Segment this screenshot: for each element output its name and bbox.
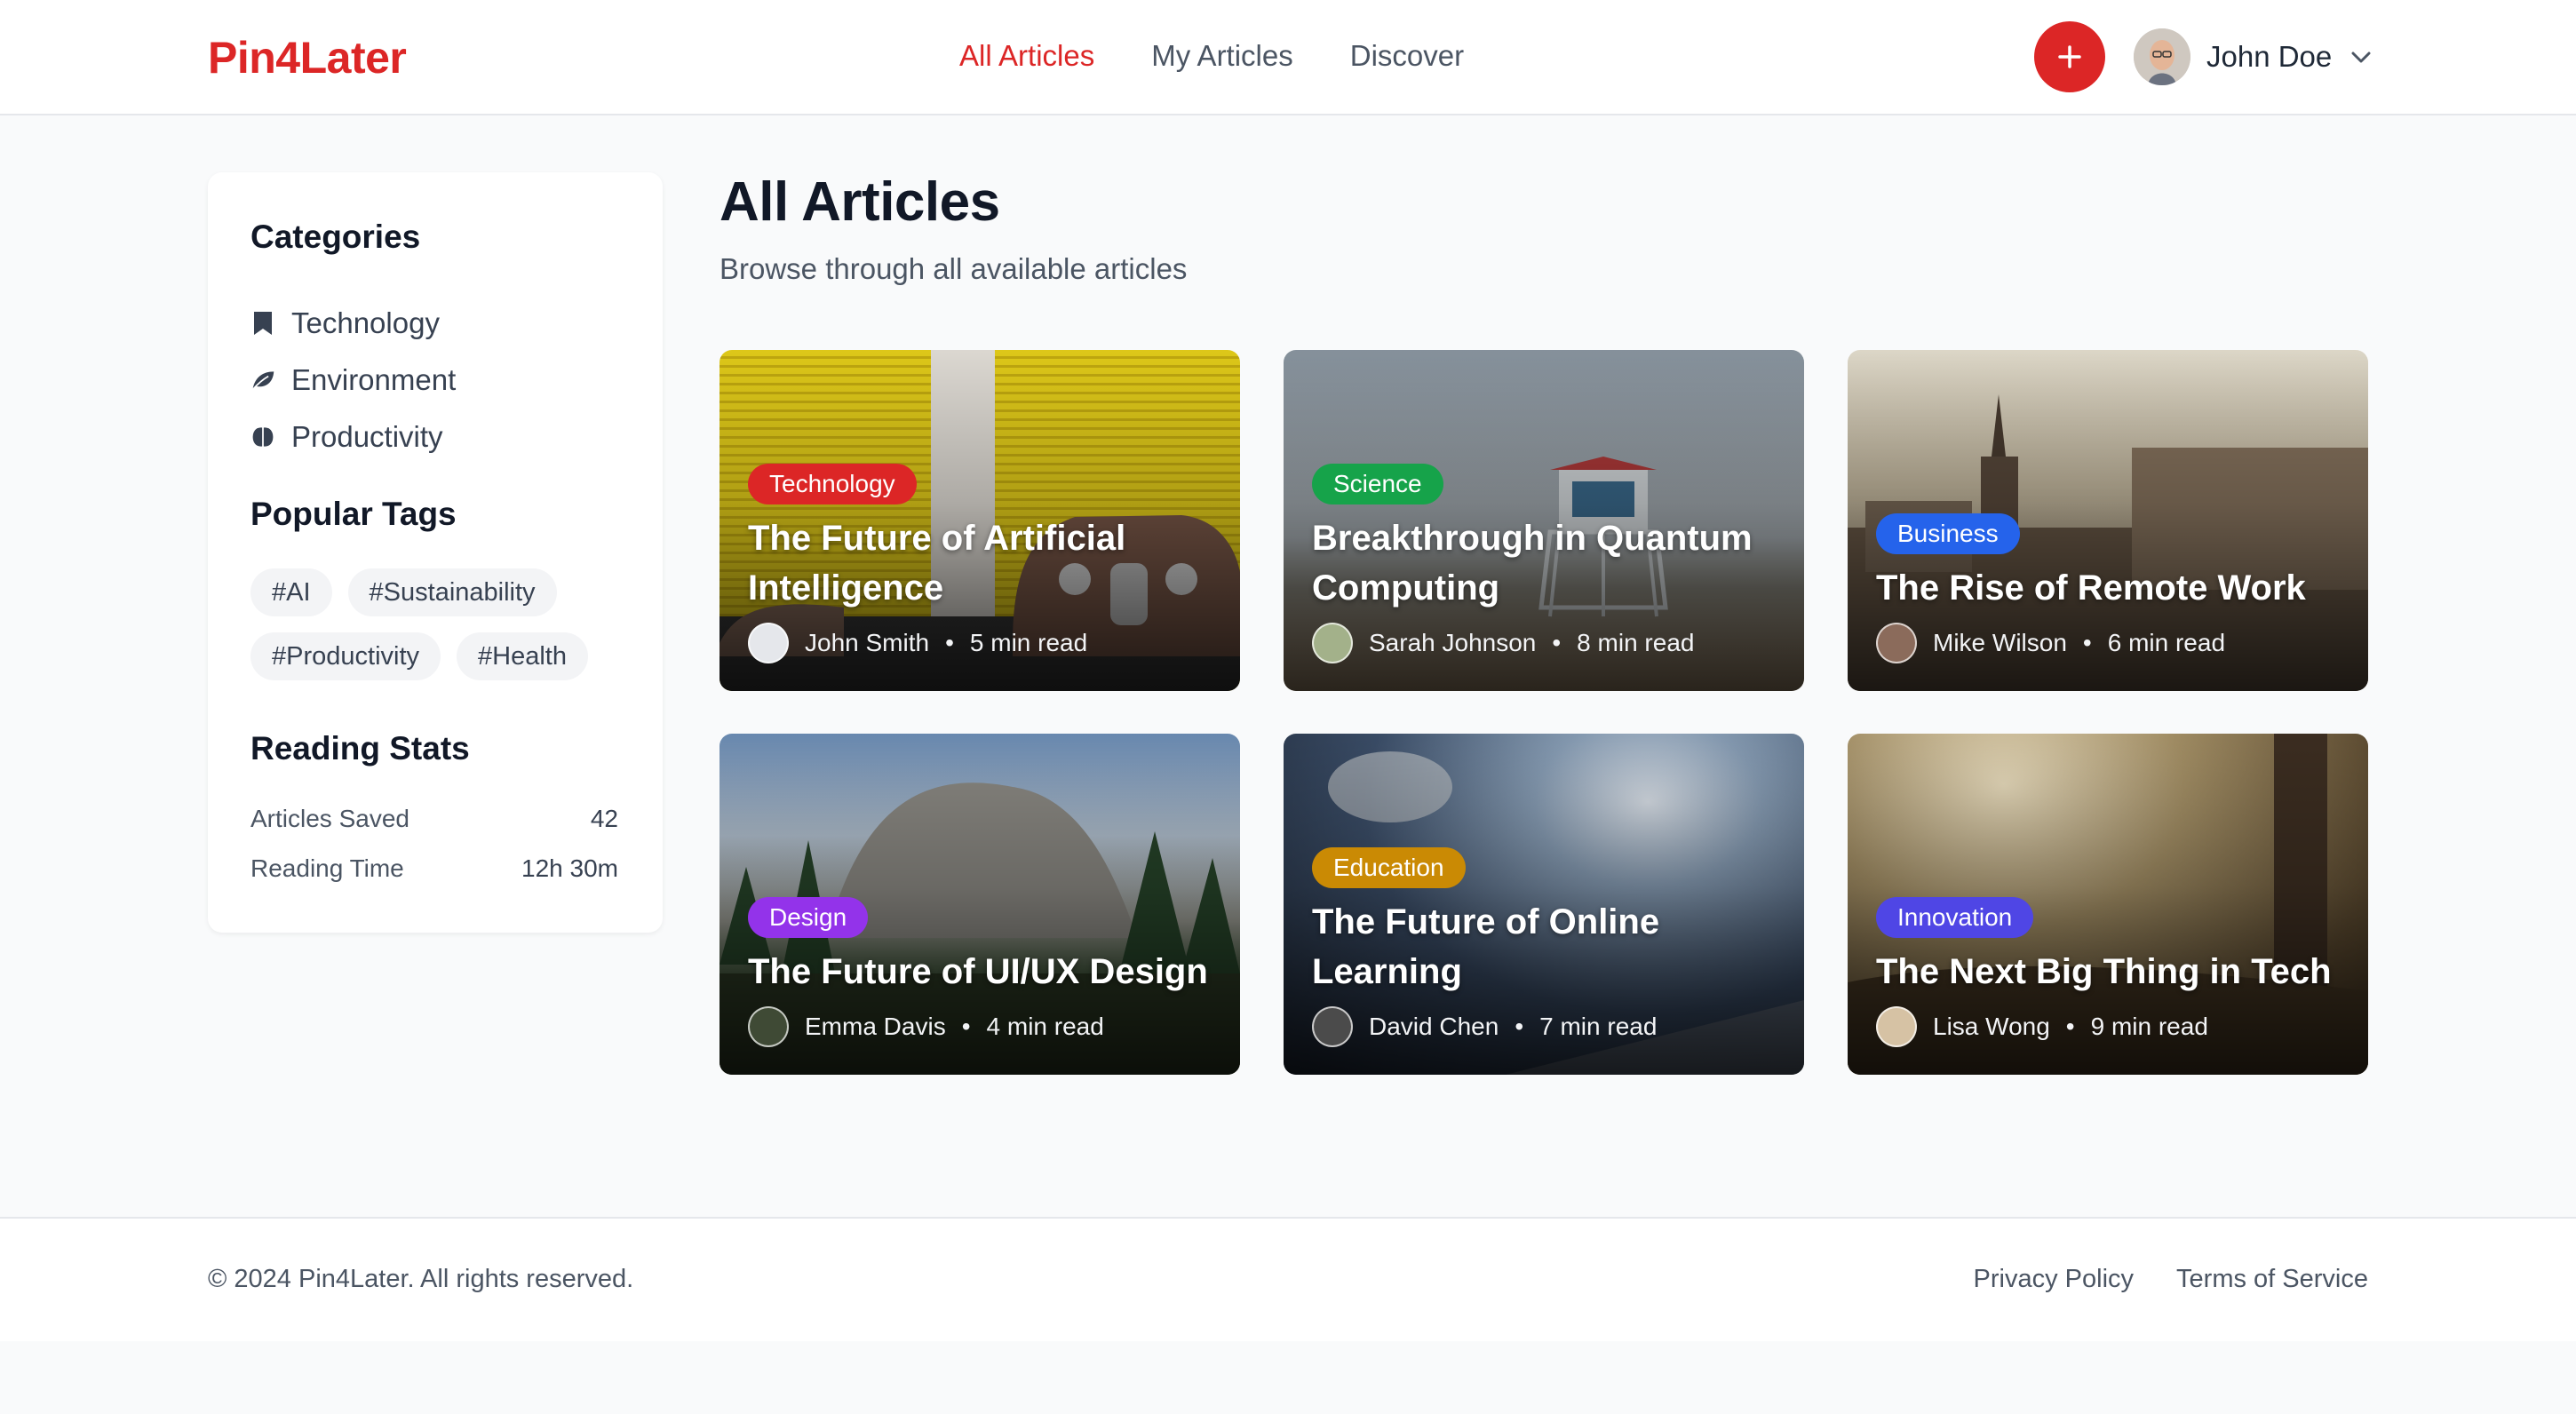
page-subtitle: Browse through all available articles [720,252,1188,285]
nav-my-articles[interactable]: My Articles [1151,39,1293,73]
article-title[interactable]: Breakthrough in Quantum Computing [1312,513,1779,613]
category-badge[interactable]: Design [748,897,869,938]
copyright: © 2024 Pin4Later. All rights reserved. [208,1265,634,1293]
author-name: David Chen [1369,1013,1499,1040]
read-time: 7 min read [1539,1013,1658,1040]
article-card[interactable]: Science Breakthrough in Quantum Computin… [1284,350,1804,691]
author-avatar [1312,1006,1353,1047]
article-title[interactable]: The Next Big Thing in Tech [1876,947,2343,997]
category-list: Technology Environment Productivity [250,295,456,465]
tag-ai[interactable]: #AI [250,568,332,616]
page-title: All Articles [720,171,1000,233]
article-meta: John Smith • 5 min read [748,622,1215,664]
author-name: Sarah Johnson [1369,629,1537,656]
bookmark-icon [250,309,275,338]
author-name: Emma Davis [805,1013,946,1040]
category-badge[interactable]: Technology [748,464,917,504]
tag-sustainability[interactable]: #Sustainability [347,568,557,616]
top-navbar: Pin4Later All Articles My Articles Disco… [0,0,2576,115]
category-badge[interactable]: Education [1312,847,1466,888]
category-label: Environment [291,363,457,396]
privacy-policy-link[interactable]: Privacy Policy [1974,1265,2135,1294]
categories-heading: Categories [250,218,421,255]
footer-links: Privacy Policy Terms of Service [1974,1265,2368,1294]
article-meta: David Chen • 7 min read [1312,1005,1779,1048]
read-time: 5 min read [969,629,1088,656]
article-grid: Technology The Future of Artificial Inte… [720,350,2368,1075]
category-technology[interactable]: Technology [250,295,456,352]
terms-of-service-link[interactable]: Terms of Service [2176,1265,2368,1294]
category-environment[interactable]: Environment [250,352,456,409]
stat-label: Articles Saved [250,805,409,832]
tag-health[interactable]: #Health [457,632,588,680]
article-title[interactable]: The Rise of Remote Work [1876,563,2343,613]
article-meta: Mike Wilson • 6 min read [1876,622,2343,664]
category-badge[interactable]: Science [1312,464,1443,504]
stat-reading-time: Reading Time 12h 30m [250,844,618,894]
tag-list: #AI #Sustainability #Productivity #Healt… [250,568,632,680]
article-title[interactable]: The Future of Artificial Intelligence [748,513,1215,613]
stat-label: Reading Time [250,854,404,882]
footer: © 2024 Pin4Later. All rights reserved. P… [0,1217,2576,1341]
author-avatar [748,623,789,663]
author-avatar [1312,623,1353,663]
sidebar: Categories Technology Environment Produc… [208,172,663,933]
author-name: John Smith [805,629,930,656]
article-title[interactable]: The Future of UI/UX Design [748,947,1215,997]
tag-productivity[interactable]: #Productivity [250,632,441,680]
stat-value: 42 [590,805,618,832]
user-name: John Doe [2206,40,2333,73]
category-badge[interactable]: Innovation [1876,897,2034,938]
article-meta: Sarah Johnson • 8 min read [1312,622,1779,664]
article-card[interactable]: Technology The Future of Artificial Inte… [720,350,1240,691]
category-label: Technology [291,306,440,339]
reading-stats: Articles Saved 42 Reading Time 12h 30m [250,794,618,894]
read-time: 8 min read [1577,629,1695,656]
leaf-icon [250,366,275,394]
read-time: 9 min read [2090,1013,2208,1040]
author-name: Lisa Wong [1933,1013,2050,1040]
author-name: Mike Wilson [1933,629,2067,656]
author-avatar [1876,623,1917,663]
author-avatar [1876,1006,1917,1047]
article-card[interactable]: Business The Rise of Remote Work Mike Wi… [1848,350,2368,691]
read-time: 6 min read [2107,629,2226,656]
chevron-down-icon [2351,52,2371,63]
add-article-button[interactable] [2034,21,2105,92]
category-label: Productivity [291,420,443,453]
author-avatar [748,1006,789,1047]
article-meta: Emma Davis • 4 min read [748,1005,1215,1048]
article-card[interactable]: Innovation The Next Big Thing in Tech Li… [1848,734,2368,1075]
reading-stats-heading: Reading Stats [250,730,470,767]
main-nav: All Articles My Articles Discover [959,39,1464,73]
article-title[interactable]: The Future of Online Learning [1312,897,1779,997]
user-menu[interactable]: John Doe [2134,27,2374,87]
nav-all-articles[interactable]: All Articles [959,39,1094,73]
avatar [2134,28,2190,85]
article-card[interactable]: Design The Future of UI/UX Design Emma D… [720,734,1240,1075]
article-meta: Lisa Wong • 9 min read [1876,1005,2343,1048]
read-time: 4 min read [986,1013,1104,1040]
stat-value: 12h 30m [521,854,618,882]
logo[interactable]: Pin4Later [208,32,407,83]
nav-discover[interactable]: Discover [1350,39,1464,73]
category-badge[interactable]: Business [1876,513,2020,554]
plus-icon [2058,45,2081,68]
brain-icon [250,423,275,451]
popular-tags-heading: Popular Tags [250,496,457,532]
stat-articles-saved: Articles Saved 42 [250,794,618,844]
category-productivity[interactable]: Productivity [250,409,456,465]
article-card[interactable]: Education The Future of Online Learning … [1284,734,1804,1075]
